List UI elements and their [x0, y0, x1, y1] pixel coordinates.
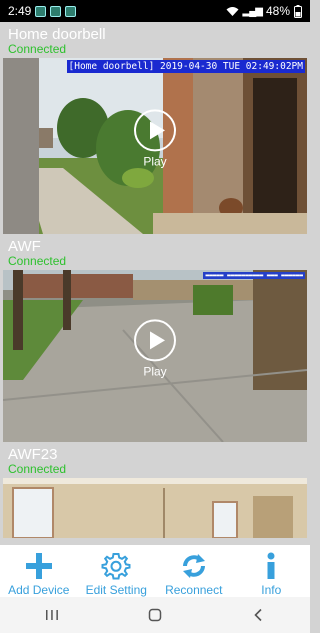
- camera-item[interactable]: AWF Connected ▬▬▬▬▬ ▬▬▬▬▬▬▬▬▬▬ ▬▬▬ ▬▬▬▬▬…: [0, 234, 310, 442]
- camera-name: Home doorbell: [8, 26, 106, 43]
- info-label: Info: [261, 583, 282, 597]
- camera-name: AWF23: [8, 446, 58, 463]
- recent-apps-icon: [45, 610, 58, 620]
- camera-list[interactable]: Home doorbell Connected [Home doorbell] …: [0, 22, 310, 545]
- camera-name: AWF: [8, 238, 41, 255]
- video-timestamp-overlay: ▬▬▬▬▬ ▬▬▬▬▬▬▬▬▬▬ ▬▬▬ ▬▬▬▬▬▬: [203, 272, 305, 279]
- status-left: 2:49: [8, 4, 77, 18]
- recent-apps-button[interactable]: [32, 597, 72, 633]
- battery-icon: [294, 4, 302, 18]
- back-icon: [254, 608, 262, 622]
- edit-setting-label: Edit Setting: [85, 583, 147, 597]
- notification-icon: [35, 5, 47, 17]
- home-button[interactable]: [135, 597, 175, 633]
- camera-status: Connected: [8, 462, 67, 476]
- battery-level: 48%: [265, 4, 290, 18]
- play-label: Play: [143, 364, 167, 379]
- add-device-label: Add Device: [8, 583, 70, 597]
- camera-preview[interactable]: [3, 478, 307, 538]
- info-icon: [267, 552, 275, 579]
- gear-icon: [101, 553, 131, 580]
- refresh-icon: [182, 554, 205, 578]
- system-nav-bar: [0, 597, 310, 633]
- status-right: ▂▄▆ 48%: [226, 4, 302, 18]
- notification-icon: [65, 5, 77, 17]
- video-timestamp-overlay: [Home doorbell] 2019-04-30 TUE 02:49:02P…: [66, 60, 305, 73]
- camera-snapshot: [3, 478, 307, 538]
- edit-setting-button[interactable]: Edit Setting: [78, 545, 156, 597]
- camera-preview[interactable]: ▬▬▬▬▬ ▬▬▬▬▬▬▬▬▬▬ ▬▬▬ ▬▬▬▬▬▬ Play: [3, 270, 307, 442]
- home-icon: [148, 608, 162, 622]
- camera-item[interactable]: AWF23 Connected: [0, 442, 310, 538]
- play-label: Play: [143, 154, 167, 169]
- status-bar: 2:49 ▂▄▆ 48%: [0, 0, 310, 22]
- play-button[interactable]: Play: [134, 319, 176, 378]
- reconnect-label: Reconnect: [165, 583, 223, 597]
- camera-preview[interactable]: [Home doorbell] 2019-04-30 TUE 02:49:02P…: [3, 58, 307, 234]
- play-icon[interactable]: [134, 109, 176, 152]
- wifi-icon: [226, 6, 238, 16]
- play-button[interactable]: Play: [134, 109, 176, 168]
- camera-status: Connected: [8, 42, 67, 56]
- play-icon[interactable]: [134, 319, 176, 362]
- back-button[interactable]: [238, 597, 278, 633]
- clock: 2:49: [8, 4, 32, 18]
- bottom-toolbar: Add Device Edit Setting Reconnect Info: [0, 545, 310, 597]
- plus-icon: [25, 553, 52, 579]
- camera-status: Connected: [8, 254, 67, 268]
- info-button[interactable]: Info: [233, 545, 311, 597]
- camera-item[interactable]: Home doorbell Connected [Home doorbell] …: [0, 22, 310, 234]
- signal-icon: ▂▄▆: [242, 5, 263, 17]
- add-device-button[interactable]: Add Device: [0, 545, 78, 597]
- reconnect-button[interactable]: Reconnect: [155, 545, 233, 597]
- notification-icon: [50, 5, 62, 17]
